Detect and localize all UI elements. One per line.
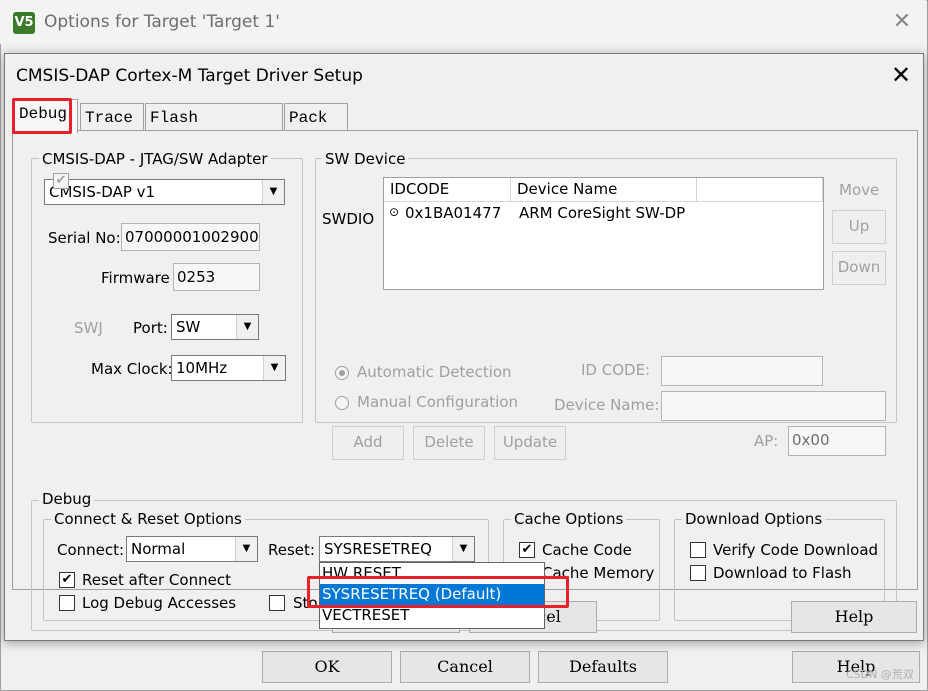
chevron-down-icon: ▼ [236,315,258,339]
cache-options-legend: Cache Options [511,510,627,528]
reset-select[interactable]: SYSRESETREQ ▼ [319,536,475,562]
tab-trace[interactable]: Trace [80,103,144,131]
annotation-box-debug-tab [12,98,72,134]
firmware-field: 0253 [173,263,260,291]
log-debug-accesses-label: Log Debug Accesses [82,594,237,612]
row-device-name: ARM CoreSight SW-DP [519,204,686,222]
max-clock-select[interactable]: 10MHz ▼ [171,355,286,381]
automatic-detection-radio[interactable] [335,366,349,380]
manual-configuration-label: Manual Configuration [357,393,519,411]
chevron-down-icon: ▼ [262,180,284,204]
reset-label: Reset: [268,541,315,559]
automatic-detection-label: Automatic Detection [357,363,512,381]
move-down-button[interactable]: Down [832,251,886,285]
reset-after-connect-label: Reset after Connect [82,571,231,589]
firmware-label: Firmware [101,269,170,287]
column-header-device-name[interactable]: Device Name [511,178,697,202]
dialog-help-button[interactable]: Help [791,601,917,633]
connect-label: Connect: [57,541,125,559]
reset-select-value: SYSRESETREQ [324,540,432,558]
tab-flash-download[interactable]: Flash Download [145,103,283,147]
dialog-title: CMSIS-DAP Cortex-M Target Driver Setup [16,66,363,86]
target-driver-setup-dialog: CMSIS-DAP Cortex-M Target Driver Setup ✕… [4,53,924,641]
swdio-label: SWDIO [322,210,375,228]
outer-window-title: Options for Target 'Target 1' [44,12,280,32]
reset-option-vectreset[interactable]: VECTRESET [320,605,544,626]
outer-defaults-button[interactable]: Defaults [538,651,668,683]
keil-app-icon: V5 [13,12,35,34]
download-to-flash-label: Download to Flash [713,564,852,582]
column-header-empty [697,178,823,202]
tab-pack[interactable]: Pack [284,103,348,131]
reset-after-connect-checkbox[interactable]: ✔ [59,572,75,588]
manual-configuration-radio[interactable] [335,396,349,410]
port-label: Port: [133,319,168,337]
column-header-idcode[interactable]: IDCODE [384,178,511,202]
delete-button[interactable]: Delete [413,426,485,460]
serial-number-field: 070000010029005 [121,223,260,251]
ap-field[interactable]: 0x00 [788,426,886,456]
port-select[interactable]: SW ▼ [171,314,259,340]
outer-cancel-button[interactable]: Cancel [400,651,530,683]
device-name-label: Device Name: [554,396,660,414]
connect-select-value: Normal [131,540,186,558]
chevron-down-icon: ▼ [263,356,285,380]
connect-select[interactable]: Normal ▼ [126,536,258,562]
id-code-field[interactable] [661,356,823,386]
verify-code-download-checkbox[interactable] [690,542,706,558]
device-name-field[interactable] [661,391,886,421]
chevron-down-icon: ▼ [452,537,474,561]
sw-device-list[interactable]: IDCODE Device Name ⊙ 0x1BA01477 ARM Core… [383,177,824,290]
row-idcode: 0x1BA01477 [405,204,502,222]
chevron-down-icon: ▼ [235,537,257,561]
dialog-close-icon[interactable]: ✕ [885,60,917,90]
move-up-button[interactable]: Up [832,210,886,244]
add-button[interactable]: Add [332,426,404,460]
port-select-value: SW [176,318,201,336]
log-debug-accesses-checkbox[interactable] [59,595,75,611]
outer-ok-button[interactable]: OK [262,651,392,683]
swj-label: SWJ [74,319,103,337]
update-button[interactable]: Update [494,426,566,460]
adapter-group-legend: CMSIS-DAP - JTAG/SW Adapter [39,150,271,168]
watermark: CSDN @荒双 [846,668,914,681]
adapter-select[interactable]: CMSIS-DAP v1 ▼ [44,179,285,205]
move-label: Move [839,181,880,199]
annotation-box-sysresetreq [307,576,569,608]
tab-panel: CMSIS-DAP - JTAG/SW Adapter CMSIS-DAP v1… [12,130,918,631]
stop-checkbox[interactable] [269,595,285,611]
max-clock-label: Max Clock: [91,360,173,378]
download-to-flash-checkbox[interactable] [690,565,706,581]
ap-label: AP: [754,432,779,450]
max-clock-select-value: 10MHz [176,359,228,377]
verify-code-download-label: Verify Code Download [713,541,879,559]
id-code-label: ID CODE: [581,361,651,379]
swj-checkbox[interactable]: ✔ [53,173,69,189]
download-options-legend: Download Options [682,510,826,528]
radio-dot-icon: ⊙ [389,205,400,219]
cache-code-checkbox[interactable]: ✔ [519,542,535,558]
serial-label: Serial No: [48,229,121,247]
sw-device-legend: SW Device [322,150,409,168]
outer-close-icon[interactable]: ✕ [886,8,918,36]
debug-group-legend: Debug [39,490,95,508]
cache-code-label: Cache Code [542,541,632,559]
table-row[interactable]: ⊙ 0x1BA01477 ARM CoreSight SW-DP [384,203,823,225]
connect-reset-legend: Connect & Reset Options [51,510,245,528]
